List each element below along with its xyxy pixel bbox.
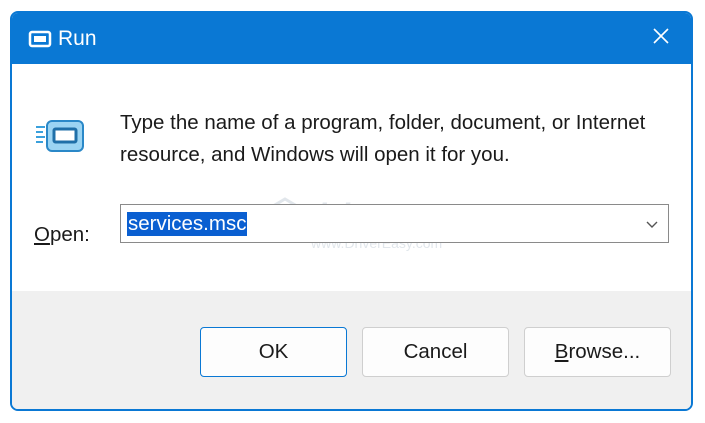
- description-text: Type the name of a program, folder, docu…: [120, 111, 646, 166]
- run-app-icon: [28, 30, 52, 48]
- open-input[interactable]: services.msc: [127, 212, 248, 236]
- button-bar: OK Cancel Browse...: [12, 291, 691, 409]
- browse-button[interactable]: Browse...: [524, 327, 671, 377]
- browse-label: rowse...: [568, 340, 641, 363]
- close-button[interactable]: [631, 13, 691, 64]
- window-title: Run: [58, 27, 97, 50]
- browse-accelerator: B: [554, 340, 569, 363]
- open-label-accelerator: O: [34, 223, 50, 246]
- close-icon: [652, 27, 670, 50]
- open-combobox[interactable]: services.msc: [120, 204, 669, 243]
- title-bar: Run: [12, 13, 691, 64]
- dropdown-button[interactable]: [642, 214, 662, 234]
- cancel-button[interactable]: Cancel: [362, 327, 509, 377]
- ok-button[interactable]: OK: [200, 327, 347, 377]
- dialog-content: Type the name of a program, folder, docu…: [12, 64, 691, 291]
- open-label-text: pen:: [49, 223, 90, 246]
- run-app-icon: [36, 116, 86, 156]
- open-label: Open:: [34, 223, 90, 247]
- chevron-down-icon: [646, 221, 658, 228]
- run-dialog: Run Type the name of a program, folder, …: [10, 11, 693, 411]
